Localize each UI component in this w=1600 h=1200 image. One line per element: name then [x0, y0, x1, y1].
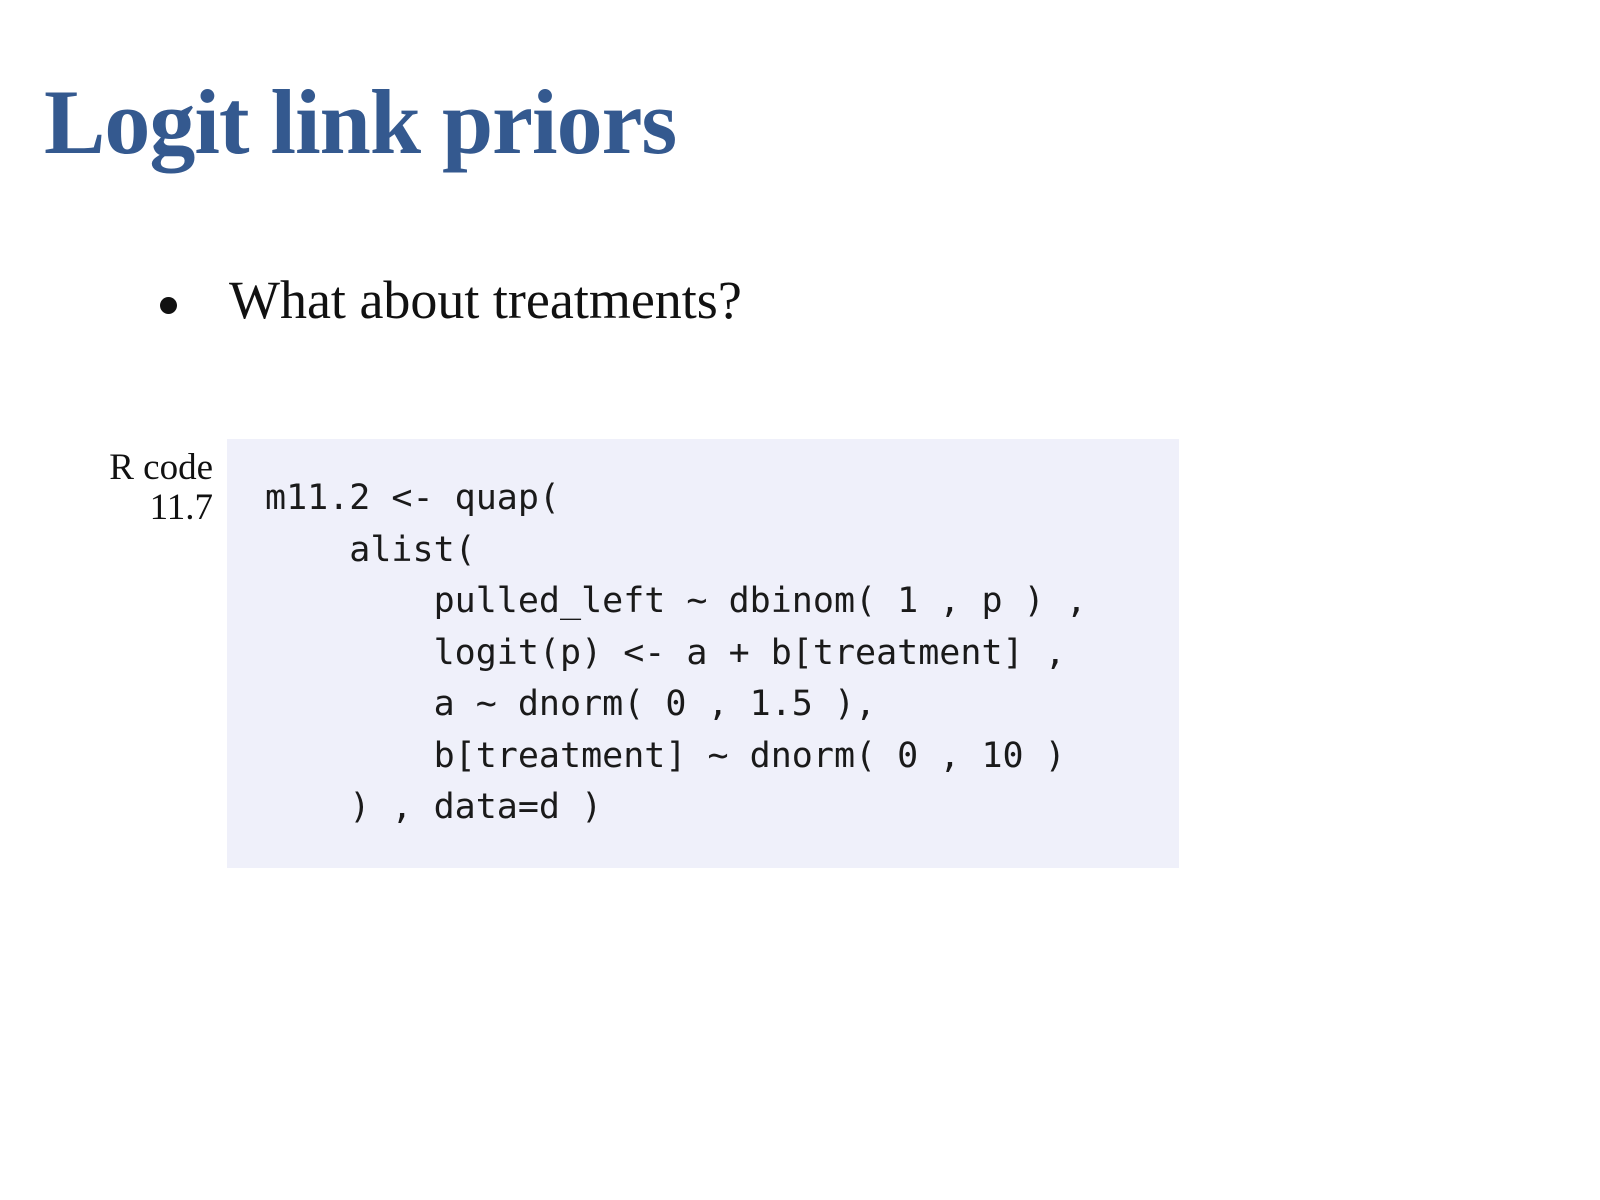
code-line: a ~ dnorm( 0 , 1.5 ),	[265, 684, 877, 724]
code-label-language: R code	[109, 447, 213, 488]
code-line: b[treatment] ~ dnorm( 0 , 10 )	[265, 735, 1066, 776]
bullet-list: What about treatments?	[160, 268, 742, 333]
code-line: pulled_left ~ dbinom( 1 , p ) ,	[265, 581, 1087, 621]
code-line: ) , data=d )	[265, 787, 603, 827]
code-line: logit(p) <- a + b[treatment] ,	[265, 632, 1066, 673]
code-text: m11.2 <- quap( alist( pulled_left ~ dbin…	[265, 473, 1179, 834]
code-line: alist(	[265, 529, 476, 570]
code-label-number: 11.7	[149, 487, 213, 528]
bullet-item: What about treatments?	[160, 268, 742, 333]
code-line: m11.2 <- quap(	[265, 478, 561, 518]
bullet-dot-icon	[160, 296, 177, 314]
code-label: R code 11.7	[109, 448, 213, 528]
code-block: m11.2 <- quap( alist( pulled_left ~ dbin…	[227, 439, 1179, 868]
slide-title: Logit link priors	[44, 71, 677, 173]
bullet-text: What about treatments?	[229, 270, 742, 330]
